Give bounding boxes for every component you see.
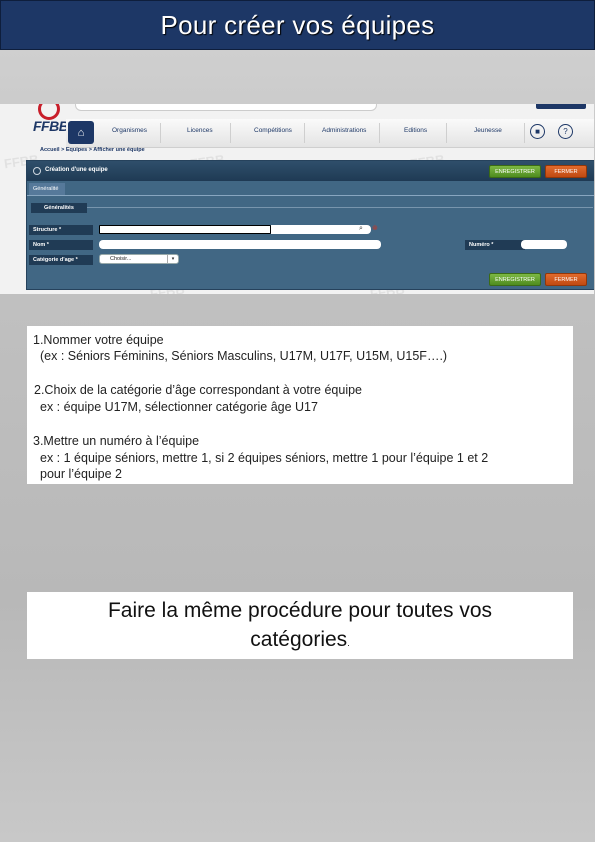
close-button[interactable]: FERMER xyxy=(545,165,587,178)
home-icon: ⌂ xyxy=(77,126,85,139)
help-icon[interactable]: ? xyxy=(558,124,573,139)
final-note-dot: . xyxy=(347,638,350,648)
page-title: Pour créer vos équipes xyxy=(160,9,435,40)
panel-icon xyxy=(33,167,41,175)
step3-example-line1: ex : 1 équipe séniors, mettre 1, si 2 éq… xyxy=(40,451,489,465)
categorie-select[interactable]: Choisir... ▾ xyxy=(99,254,179,264)
step3-title: 3.Mettre un numéro à l’équipe xyxy=(33,434,200,448)
top-search-input[interactable] xyxy=(75,104,377,111)
ffbb-screenshot: FFBBFFBB FFBBFFBB FFBBFFBB FFBBFFBB FFBB… xyxy=(0,104,594,294)
structure-label: Structure * xyxy=(29,225,93,235)
nav-divider xyxy=(304,123,305,143)
ffbb-logo[interactable]: FFBB xyxy=(30,104,69,144)
instructions-box: 1.Nommer votre équipe (ex : Séniors Fémi… xyxy=(27,326,573,484)
home-button[interactable]: ⌂ xyxy=(68,121,94,144)
final-note-box: Faire la même procédure pour toutes vos … xyxy=(27,592,573,659)
nav-item-organismes[interactable]: Organismes xyxy=(112,127,147,134)
save-button[interactable]: ENREGISTRER xyxy=(489,165,541,178)
top-account-link[interactable] xyxy=(536,104,586,109)
main-nav: ⌂ Organismes Licences Compétitions Admin… xyxy=(66,119,594,148)
panel-header: Création d'une equipe ENREGISTRER FERMER xyxy=(27,161,594,181)
step1-title: 1.Nommer votre équipe xyxy=(33,333,164,347)
step2-title: 2.Choix de la catégorie d’âge correspond… xyxy=(34,383,362,397)
final-note-line2: catégories xyxy=(250,628,348,651)
breadcrumb[interactable]: Accueil > Equipes > Afficher une équipe xyxy=(40,147,145,153)
final-note-line1: Faire la même procédure pour toutes vos xyxy=(107,599,493,622)
tab-generalite[interactable]: Généralité xyxy=(29,183,65,195)
section-title: Généralités xyxy=(31,203,87,213)
search-icon[interactable]: ⌕ xyxy=(359,225,363,233)
nav-item-editions[interactable]: Editions xyxy=(404,127,427,134)
nom-label: Nom * xyxy=(29,240,93,250)
nav-item-competitions[interactable]: Compétitions xyxy=(254,127,292,134)
categorie-select-value: Choisir... xyxy=(110,256,132,262)
clear-icon[interactable]: ⊗ xyxy=(372,224,378,232)
panel-title: Création d'une equipe xyxy=(45,167,108,173)
nav-divider xyxy=(446,123,447,143)
nav-item-licences[interactable]: Licences xyxy=(187,127,213,134)
section-divider xyxy=(87,207,593,208)
nav-divider xyxy=(230,123,231,143)
nav-item-jeunesse[interactable]: Jeunesse xyxy=(474,127,502,134)
chevron-down-icon: ▾ xyxy=(167,255,178,263)
nom-input[interactable] xyxy=(99,240,381,249)
tab-underline xyxy=(27,195,594,196)
logo-text: FFBB xyxy=(33,118,69,134)
step2-example: ex : équipe U17M, sélectionner catégorie… xyxy=(40,400,318,414)
nav-divider xyxy=(160,123,161,143)
step3-example-line2: pour l’équipe 2 xyxy=(40,467,123,481)
nav-divider xyxy=(379,123,380,143)
structure-input-extension[interactable] xyxy=(271,225,371,234)
nav-divider xyxy=(524,123,525,143)
close-button-bottom[interactable]: FERMER xyxy=(545,273,587,286)
numero-input[interactable] xyxy=(521,240,567,249)
nav-item-administrations[interactable]: Administrations xyxy=(322,127,366,134)
structure-input[interactable] xyxy=(99,225,271,234)
messages-icon[interactable]: ■ xyxy=(530,124,545,139)
step1-example: (ex : Séniors Féminins, Séniors Masculin… xyxy=(40,349,448,363)
numero-label: Numéro * xyxy=(465,240,525,250)
categorie-label: Catégorie d'age * xyxy=(29,255,93,265)
create-team-panel: Création d'une equipe ENREGISTRER FERMER… xyxy=(26,160,594,290)
page-title-bar: Pour créer vos équipes xyxy=(0,0,595,50)
save-button-bottom[interactable]: ENREGISTRER xyxy=(489,273,541,286)
